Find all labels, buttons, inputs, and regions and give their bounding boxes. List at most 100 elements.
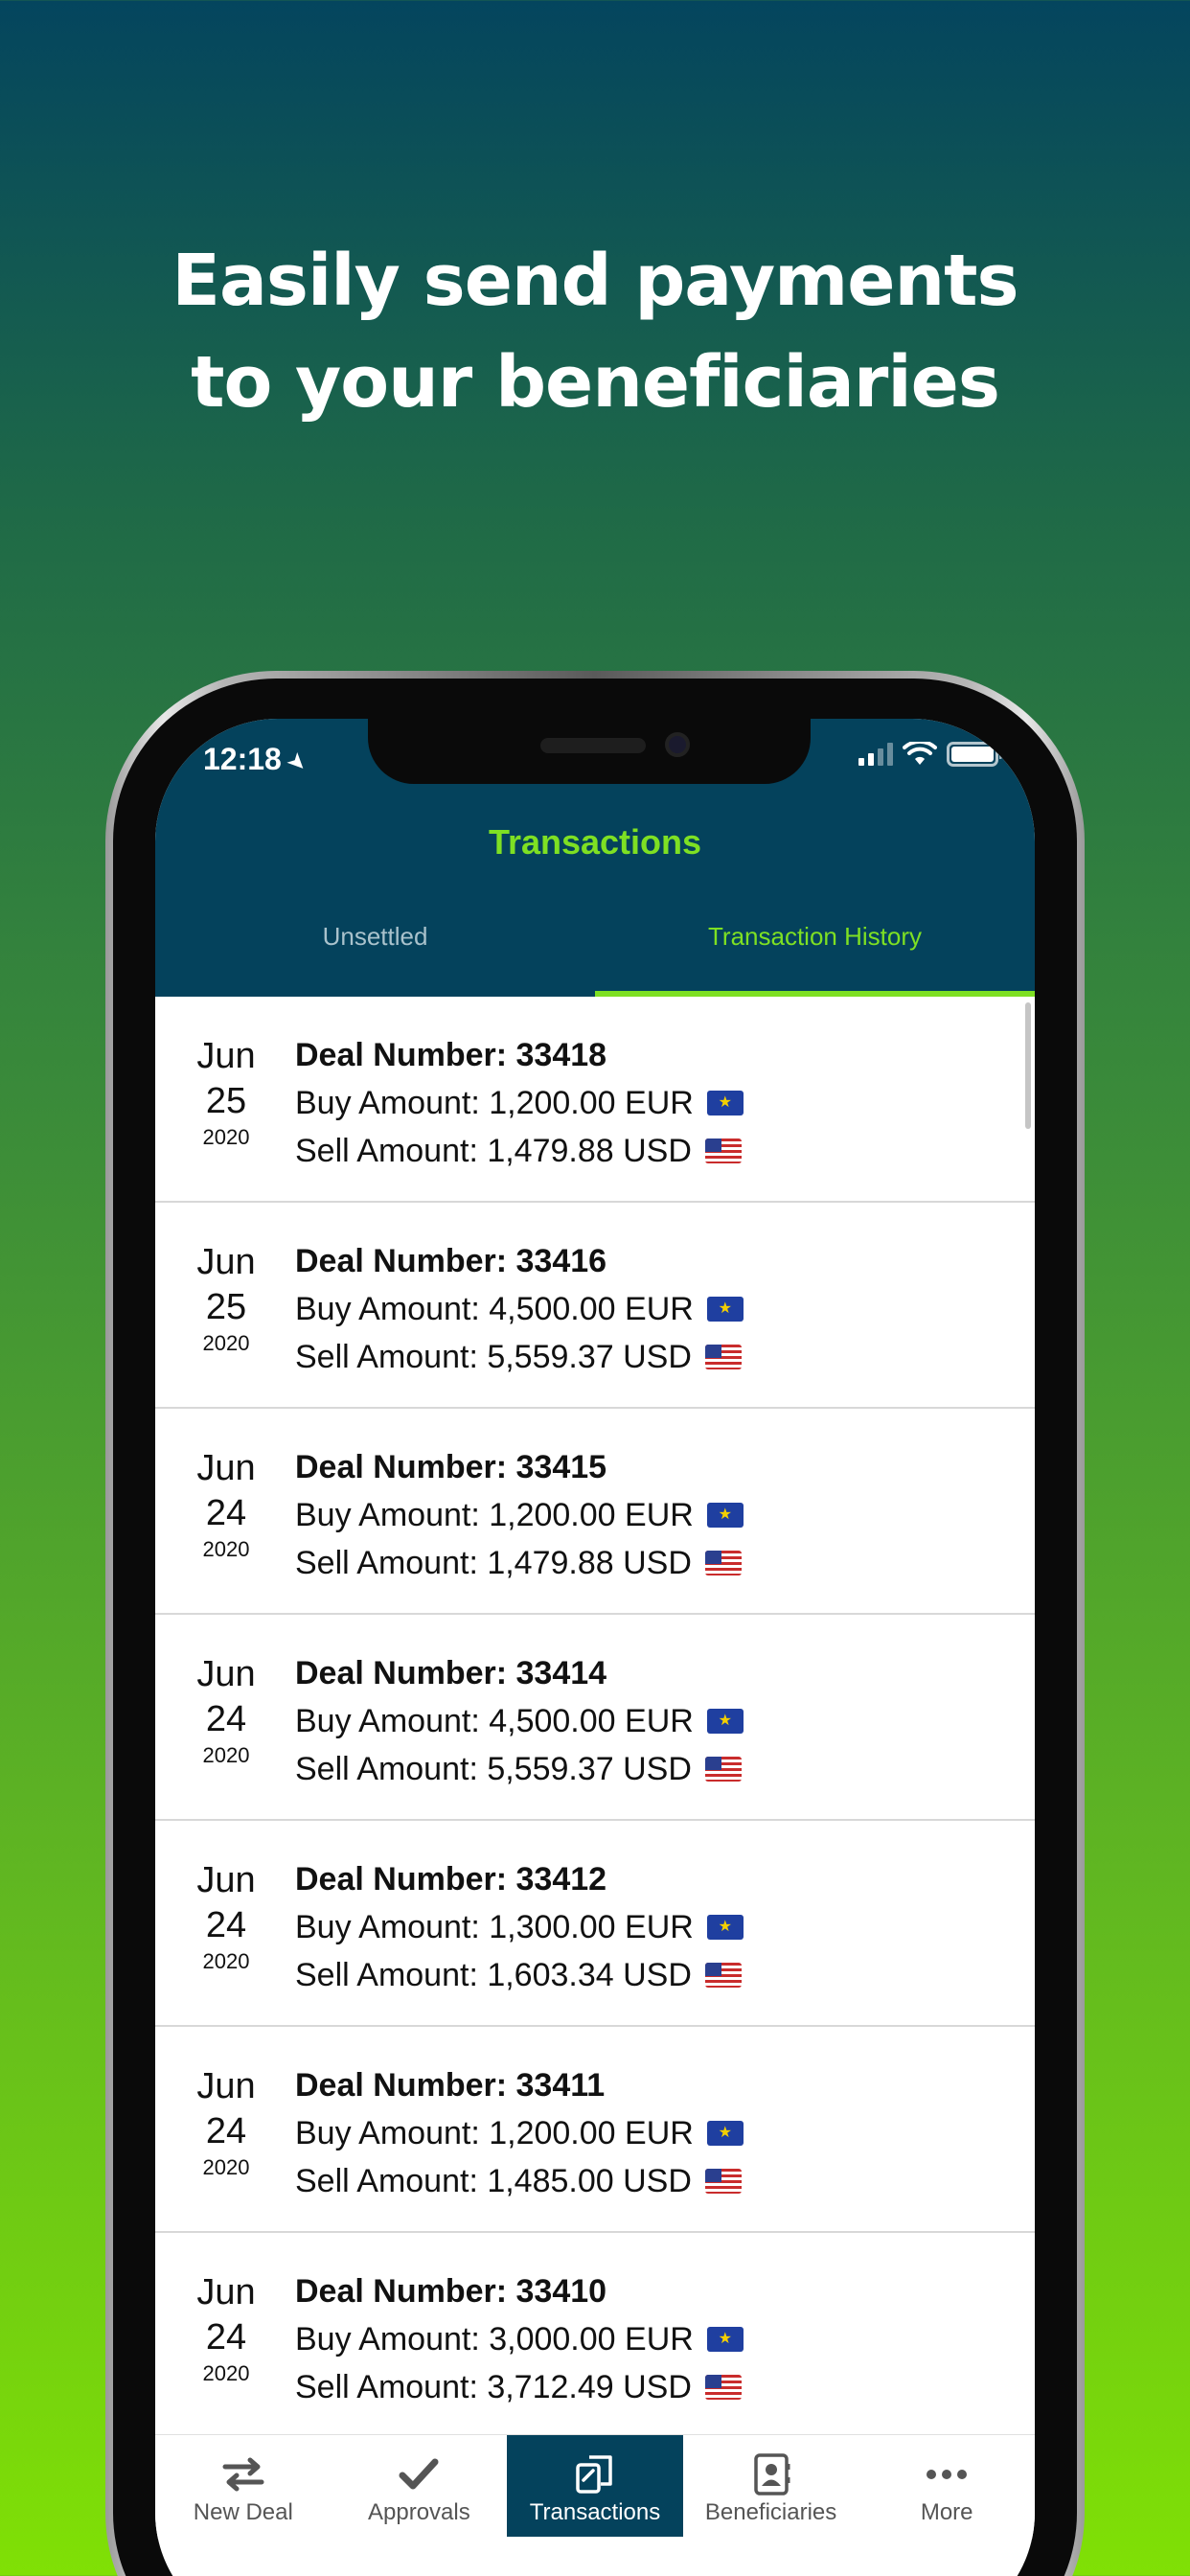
status-time: 12:18➤	[203, 742, 313, 778]
buy-amount-text: Buy Amount: 1,200.00 EUR	[295, 1497, 694, 1533]
location-arrow-icon: ➤	[281, 746, 313, 779]
tabbar-new-deal[interactable]: New Deal	[155, 2435, 332, 2537]
wifi-icon	[903, 742, 937, 765]
buy-amount: Buy Amount: 1,200.00 EUR	[295, 1079, 744, 1127]
phone-bezel: 12:18➤ Transactions Unsettled Transactio…	[113, 678, 1077, 2576]
tabbar-transactions-label: Transactions	[529, 2499, 661, 2525]
date-month: Jun	[196, 1860, 256, 1900]
tabbar-beneficiaries-label: Beneficiaries	[704, 2499, 837, 2525]
segment-tabs: Unsettled Transaction History	[155, 910, 1035, 997]
documents-icon	[507, 2450, 683, 2498]
transaction-row[interactable]: Jun 24 2020 Deal Number: 33415 Buy Amoun…	[155, 1409, 1035, 1615]
eu-flag-icon	[706, 1503, 744, 1528]
transaction-date: Jun 24 2020	[155, 2065, 297, 2180]
date-month: Jun	[196, 2272, 256, 2312]
sell-amount-text: Sell Amount: 1,479.88 USD	[295, 1133, 692, 1169]
tabbar-more-label: More	[920, 2499, 973, 2525]
sell-amount: Sell Amount: 3,712.49 USD	[295, 2363, 744, 2411]
deal-number: Deal Number: 33410	[295, 2273, 607, 2310]
deal-number: Deal Number: 33415	[295, 1449, 607, 1485]
transaction-details: Deal Number: 33412 Buy Amount: 1,300.00 …	[295, 1855, 744, 1999]
us-flag-icon	[704, 1551, 742, 1576]
buy-amount-text: Buy Amount: 1,200.00 EUR	[295, 2115, 694, 2151]
sell-amount-text: Sell Amount: 1,479.88 USD	[295, 1545, 692, 1581]
front-camera	[665, 732, 690, 757]
transaction-row[interactable]: Jun 25 2020 Deal Number: 33416 Buy Amoun…	[155, 1203, 1035, 1409]
transaction-details: Deal Number: 33411 Buy Amount: 1,200.00 …	[295, 2061, 744, 2205]
date-day: 24	[205, 1905, 247, 1945]
checkmark-icon	[332, 2450, 508, 2498]
transaction-row[interactable]: Jun 25 2020 Deal Number: 33418 Buy Amoun…	[155, 997, 1035, 1203]
tab-transaction-history[interactable]: Transaction History	[595, 910, 1035, 997]
marketing-headline: Easily send payments to your beneficiari…	[0, 230, 1190, 433]
tabbar-beneficiaries[interactable]: Beneficiaries	[683, 2435, 859, 2537]
deal-number: Deal Number: 33416	[295, 1243, 607, 1279]
buy-amount-text: Buy Amount: 1,300.00 EUR	[295, 1909, 694, 1945]
headline-line-1: Easily send payments	[172, 240, 1018, 322]
tabbar-transactions[interactable]: Transactions	[507, 2435, 683, 2537]
us-flag-icon	[704, 1963, 742, 1988]
date-year: 2020	[202, 1743, 250, 1767]
us-flag-icon	[704, 1757, 742, 1782]
sell-amount: Sell Amount: 1,485.00 USD	[295, 2157, 744, 2205]
transaction-date: Jun 24 2020	[155, 2271, 297, 2386]
sell-amount: Sell Amount: 1,603.34 USD	[295, 1951, 744, 1999]
sell-amount-text: Sell Amount: 3,712.49 USD	[295, 2369, 692, 2405]
tabbar-approvals[interactable]: Approvals	[332, 2435, 508, 2537]
sell-amount-text: Sell Amount: 1,485.00 USD	[295, 2163, 692, 2199]
buy-amount-text: Buy Amount: 1,200.00 EUR	[295, 1085, 694, 1121]
deal-number: Deal Number: 33411	[295, 2067, 606, 2104]
buy-amount: Buy Amount: 4,500.00 EUR	[295, 1285, 744, 1333]
date-year: 2020	[202, 1125, 250, 1149]
sell-amount: Sell Amount: 1,479.88 USD	[295, 1127, 744, 1175]
transaction-date: Jun 25 2020	[155, 1241, 297, 1356]
transaction-date: Jun 24 2020	[155, 1447, 297, 1562]
eu-flag-icon	[706, 1709, 744, 1734]
date-day: 25	[205, 1287, 247, 1327]
tabbar-new-deal-label: New Deal	[193, 2499, 293, 2525]
tab-unsettled[interactable]: Unsettled	[155, 910, 595, 997]
tabbar-more[interactable]: More	[858, 2435, 1035, 2537]
sell-amount: Sell Amount: 1,479.88 USD	[295, 1539, 744, 1587]
cellular-signal-icon	[858, 743, 893, 766]
transaction-details: Deal Number: 33410 Buy Amount: 3,000.00 …	[295, 2267, 744, 2411]
date-year: 2020	[202, 2155, 250, 2179]
buy-amount-text: Buy Amount: 3,000.00 EUR	[295, 2321, 694, 2358]
transaction-details: Deal Number: 33414 Buy Amount: 4,500.00 …	[295, 1649, 744, 1793]
deal-number: Deal Number: 33412	[295, 1861, 607, 1898]
status-time-text: 12:18	[203, 742, 282, 776]
sell-amount-text: Sell Amount: 5,559.37 USD	[295, 1751, 692, 1787]
date-day: 24	[205, 1493, 247, 1533]
transaction-row[interactable]: Jun 24 2020 Deal Number: 33412 Buy Amoun…	[155, 1821, 1035, 2027]
buy-amount: Buy Amount: 1,300.00 EUR	[295, 1903, 744, 1951]
transaction-row[interactable]: Jun 24 2020 Deal Number: 33411 Buy Amoun…	[155, 2027, 1035, 2233]
date-month: Jun	[196, 1242, 256, 1282]
list-scrollbar[interactable]	[1025, 1002, 1031, 1129]
transaction-row[interactable]: Jun 24 2020 Deal Number: 33410 Buy Amoun…	[155, 2233, 1035, 2434]
date-month: Jun	[196, 1036, 256, 1076]
sell-amount: Sell Amount: 5,559.37 USD	[295, 1745, 744, 1793]
exchange-arrows-icon	[155, 2450, 332, 2498]
date-month: Jun	[196, 1448, 256, 1488]
battery-icon	[947, 742, 1002, 767]
transaction-row[interactable]: Jun 24 2020 Deal Number: 33414 Buy Amoun…	[155, 1615, 1035, 1821]
date-year: 2020	[202, 2361, 250, 2385]
date-day: 25	[205, 1081, 247, 1121]
headline-line-2: to your beneficiaries	[191, 341, 1000, 424]
transaction-date: Jun 25 2020	[155, 1035, 297, 1150]
us-flag-icon	[704, 1345, 742, 1369]
transaction-details: Deal Number: 33418 Buy Amount: 1,200.00 …	[295, 1031, 744, 1175]
buy-amount: Buy Amount: 1,200.00 EUR	[295, 2109, 744, 2157]
tabbar-approvals-label: Approvals	[368, 2499, 470, 2525]
sell-amount-text: Sell Amount: 1,603.34 USD	[295, 1957, 692, 1993]
buy-amount: Buy Amount: 4,500.00 EUR	[295, 1697, 744, 1745]
date-month: Jun	[196, 2066, 256, 2106]
date-month: Jun	[196, 1654, 256, 1694]
more-dots-icon	[858, 2450, 1035, 2498]
date-day: 24	[205, 2317, 247, 2358]
transaction-date: Jun 24 2020	[155, 1653, 297, 1768]
date-year: 2020	[202, 1949, 250, 1973]
us-flag-icon	[704, 2375, 742, 2400]
eu-flag-icon	[706, 1297, 744, 1322]
transaction-list[interactable]: Jun 25 2020 Deal Number: 33418 Buy Amoun…	[155, 997, 1035, 2434]
